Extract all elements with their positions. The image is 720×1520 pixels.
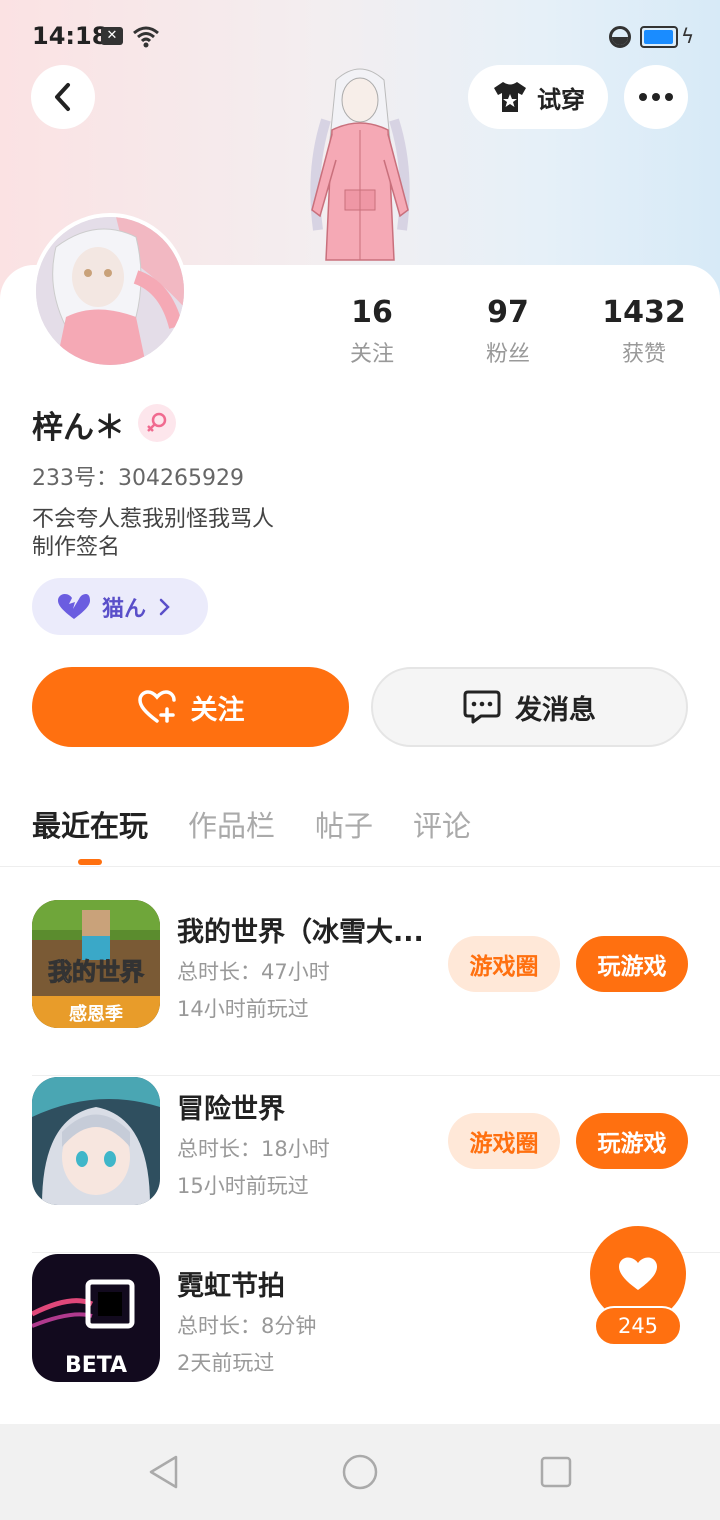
charging-icon: ϟ [681, 24, 695, 48]
stat-following-value: 16 [351, 295, 393, 330]
notification-x-icon: ✕ [101, 27, 123, 45]
game-icon-subtitle: 感恩季 [69, 1003, 123, 1025]
heart-icon [619, 1257, 657, 1290]
profile-tabs: 最近在玩 作品栏 帖子 评论 [32, 803, 471, 845]
back-button[interactable] [31, 65, 95, 129]
nav-recents-icon[interactable] [538, 1454, 574, 1490]
bio: 不会夸人惹我别怪我骂人 制作签名 [32, 506, 274, 562]
chat-bubble-icon [463, 690, 501, 724]
data-saver-icon [609, 26, 631, 48]
tab-comments[interactable]: 评论 [413, 803, 471, 845]
active-tab-indicator [78, 859, 102, 865]
stat-likes[interactable]: 1432 获赞 [584, 294, 704, 368]
battery-fill [644, 30, 673, 44]
game-icon-art: BETA [32, 1254, 160, 1382]
bio-line: 制作签名 [32, 535, 121, 560]
system-nav-bar [0, 1424, 720, 1520]
battery-icon [640, 26, 678, 48]
neon-beat-game-icon: BETA [32, 1254, 160, 1382]
game-title: 霓虹节拍 [177, 1271, 285, 1302]
heart-plus-icon [137, 690, 176, 723]
more-dots-icon [639, 93, 673, 101]
game-icon-title: BETA [65, 1353, 127, 1378]
stat-fans-label: 粉丝 [485, 342, 530, 367]
nav-home-icon[interactable] [342, 1454, 378, 1490]
female-gender-icon [138, 404, 176, 442]
interest-tag-label: 猫ん [102, 596, 147, 622]
wifi-icon [133, 26, 159, 48]
interest-tag-chip[interactable]: 猫ん [32, 578, 208, 635]
status-time: 14:18 [32, 22, 109, 50]
stat-likes-label: 获赞 [621, 342, 666, 367]
game-last-played: 15小时前玩过 [177, 1174, 309, 1198]
follow-button[interactable]: 关注 [32, 667, 349, 747]
game-title: 我的世界（冰雪大... [177, 917, 424, 948]
send-message-button[interactable]: 发消息 [371, 667, 688, 747]
play-game-button[interactable]: 玩游戏 [576, 1113, 688, 1169]
avatar[interactable] [32, 213, 188, 369]
heart-icon [58, 593, 90, 619]
send-message-label: 发消息 [515, 694, 596, 726]
divider [0, 866, 720, 867]
game-title: 冒险世界 [177, 1094, 285, 1125]
game-icon-art [32, 1077, 160, 1205]
nav-back-icon[interactable] [146, 1454, 182, 1490]
game-icon-art: 我的世界 感恩季 [32, 900, 160, 1028]
game-icon-title: 我的世界 [48, 958, 144, 986]
minecraft-game-icon: 我的世界 感恩季 [32, 900, 160, 1028]
game-duration: 总时长：8分钟 [177, 1314, 317, 1338]
character-figure [310, 68, 410, 261]
game-circle-button[interactable]: 游戏圈 [448, 936, 560, 992]
game-circle-button[interactable]: 游戏圈 [448, 1113, 560, 1169]
tab-recently-played[interactable]: 最近在玩 [32, 803, 148, 845]
like-count-badge: 245 [594, 1306, 682, 1346]
female-symbol-icon [147, 412, 167, 432]
play-game-button[interactable]: 玩游戏 [576, 936, 688, 992]
tab-works[interactable]: 作品栏 [188, 803, 275, 845]
avatar-image [36, 217, 184, 365]
game-duration: 总时长：47小时 [177, 960, 330, 984]
stat-fans[interactable]: 97 粉丝 [448, 294, 568, 368]
more-button[interactable] [624, 65, 688, 129]
try-on-label: 试穿 [537, 85, 585, 114]
game-last-played: 14小时前玩过 [177, 997, 309, 1021]
game-duration: 总时长：18小时 [177, 1137, 330, 1161]
divider [32, 1075, 720, 1076]
game-row[interactable]: 我的世界 感恩季 我的世界（冰雪大... 总时长：47小时 14小时前玩过 游戏… [32, 900, 720, 1076]
chevron-right-icon [159, 598, 170, 615]
bio-line: 不会夸人惹我别怪我骂人 [32, 507, 275, 532]
game-row[interactable]: 冒险世界 总时长：18小时 15小时前玩过 游戏圈 玩游戏 [32, 1077, 720, 1253]
stat-following-label: 关注 [349, 342, 394, 367]
try-on-button[interactable]: 试穿 [468, 65, 608, 129]
stat-fans-value: 97 [487, 295, 529, 330]
chevron-left-icon [55, 83, 70, 111]
game-last-played: 2天前玩过 [177, 1351, 275, 1375]
tshirt-icon [494, 82, 526, 112]
username: 梓ん＊ [32, 410, 125, 446]
follow-label: 关注 [190, 694, 245, 726]
user-id: 233号：304265929 [32, 466, 244, 491]
adventure-game-icon [32, 1077, 160, 1205]
stat-following[interactable]: 16 关注 [312, 294, 432, 368]
stat-likes-value: 1432 [602, 295, 686, 330]
tab-posts[interactable]: 帖子 [315, 803, 373, 845]
